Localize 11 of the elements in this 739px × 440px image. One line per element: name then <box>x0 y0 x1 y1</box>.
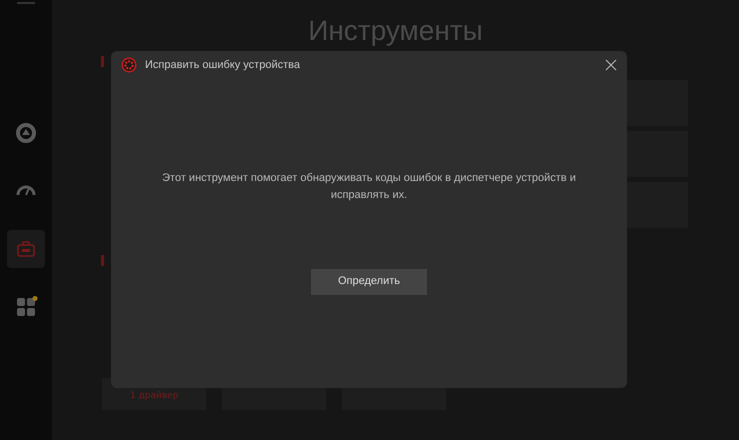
gear-icon <box>121 57 137 74</box>
driver-count: 1 драйвер <box>130 391 178 401</box>
detect-button[interactable]: Определить <box>311 268 427 295</box>
apps-icon <box>14 296 38 318</box>
section-marker <box>101 255 104 266</box>
dialog-title: Исправить ошибку устройства <box>145 58 300 73</box>
sidebar-item[interactable] <box>7 230 45 268</box>
close-button[interactable] <box>605 59 617 72</box>
cleanup-icon <box>14 122 38 144</box>
dialog-message: Этот инструмент помогает обнаруживать коды ошибок в диспетчере устройств и исправлять их. <box>161 170 577 203</box>
section-marker <box>101 56 104 67</box>
